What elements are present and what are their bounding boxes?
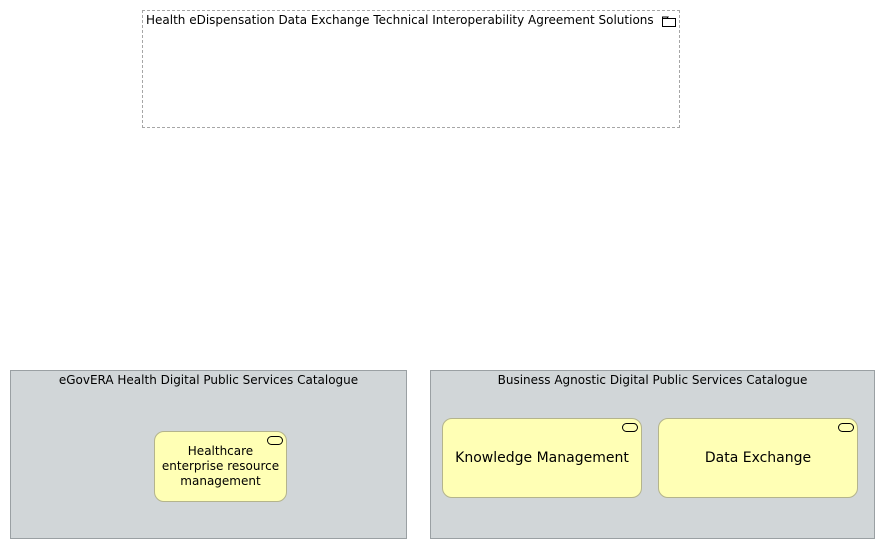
service-label: Data Exchange <box>704 449 812 466</box>
service-healthcare-enterprise-resource-management[interactable]: Healthcare enterprise resource managemen… <box>154 431 287 502</box>
folder-icon <box>662 16 676 27</box>
grouping-title: Health eDispensation Data Exchange Techn… <box>146 13 654 27</box>
solutions-grouping[interactable]: Health eDispensation Data Exchange Techn… <box>142 10 680 128</box>
service-label: Healthcare enterprise resource managemen… <box>161 444 280 488</box>
business-agnostic-catalogue[interactable]: Business Agnostic Digital Public Service… <box>430 370 875 539</box>
service-data-exchange[interactable]: Data Exchange <box>658 418 858 498</box>
catalogue-title: eGovERA Health Digital Public Services C… <box>58 373 359 387</box>
service-icon <box>267 436 283 445</box>
service-icon <box>838 423 854 432</box>
health-catalogue[interactable]: eGovERA Health Digital Public Services C… <box>10 370 407 539</box>
service-knowledge-management[interactable]: Knowledge Management <box>442 418 642 498</box>
service-icon <box>622 423 638 432</box>
service-label: Knowledge Management <box>455 449 629 466</box>
catalogue-title: Business Agnostic Digital Public Service… <box>497 373 808 387</box>
